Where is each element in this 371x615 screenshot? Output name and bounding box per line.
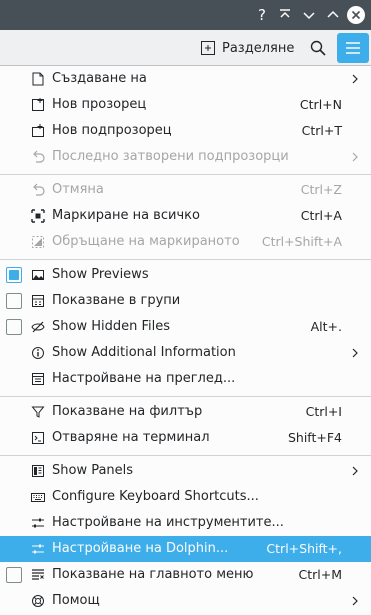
menu-item-show-panels[interactable]: Show Panels	[0, 458, 371, 484]
toolbar-settings-icon	[30, 515, 46, 531]
menu-separator	[0, 259, 371, 260]
configure-icon	[30, 541, 46, 557]
show-menubar-checkbox[interactable]	[6, 567, 22, 583]
show-menu-icon	[30, 567, 46, 583]
panels-icon	[30, 463, 46, 479]
menu-item-shortcut: Shift+F4	[287, 430, 342, 445]
menu-item-label: Настройване на Dolphin...	[52, 541, 229, 556]
hamburger-menu-icon	[346, 42, 360, 54]
new-tab-icon	[30, 123, 46, 139]
view-settings-icon	[30, 371, 46, 387]
show-hidden-files-checkbox[interactable]	[6, 319, 22, 335]
menu-item-label: Configure Keyboard Shortcuts...	[52, 489, 259, 504]
menu-item-shortcut: Ctrl+Shift+,	[266, 541, 342, 556]
hidden-files-icon	[30, 319, 46, 335]
menu-item-undo: Отмяна Ctrl+Z	[0, 177, 371, 203]
menu-item-shortcut: Ctrl+I	[305, 404, 342, 419]
menu-item-label: Показване на филтър	[52, 404, 203, 419]
new-window-icon	[30, 97, 46, 113]
menu-item-help[interactable]: Помощ	[0, 588, 371, 614]
menu-item-new-window[interactable]: Нов прозорец Ctrl+N	[0, 92, 371, 118]
main-toolbar: Разделяне	[0, 30, 371, 66]
menu-item-show-menubar[interactable]: Показване на главното меню Ctrl+M	[0, 562, 371, 588]
menu-item-label: Създаване на	[52, 71, 147, 86]
menu-item-label: Маркиране на всичко	[52, 208, 200, 223]
split-button[interactable]: Разделяне	[200, 36, 294, 60]
maximize-icon[interactable]	[322, 4, 344, 26]
menu-item-label: Отваряне на терминал	[52, 430, 210, 445]
menu-item-show-filter[interactable]: Показване на филтър Ctrl+I	[0, 399, 371, 425]
menu-item-recently-closed-tabs: Последно затворени подпрозорци	[0, 144, 371, 170]
menu-item-show-in-groups[interactable]: Показване в групи	[0, 288, 371, 314]
menu-item-shortcut: Ctrl+T	[301, 123, 342, 138]
menu-item-label: Отмяна	[52, 182, 104, 197]
menu-item-show-previews[interactable]: Show Previews	[0, 262, 371, 288]
search-icon	[310, 40, 326, 56]
menu-item-select-all[interactable]: Маркиране на всичко Ctrl+A	[0, 203, 371, 229]
menu-item-label: Настройване на инструментите...	[52, 515, 284, 530]
menu-item-label: Нов подпрозорец	[52, 123, 172, 138]
info-icon	[30, 345, 46, 361]
help-icon[interactable]: ?	[251, 4, 273, 26]
menu-item-label: Показване на главното меню	[52, 567, 254, 582]
chevron-right-icon	[352, 152, 358, 162]
split-button-label: Разделяне	[222, 40, 295, 56]
menu-item-show-additional-information[interactable]: Show Additional Information	[0, 340, 371, 366]
menu-item-shortcut: Ctrl+Shift+A	[261, 234, 342, 249]
window-titlebar: ?	[0, 0, 371, 30]
chevron-right-icon	[352, 596, 358, 606]
menu-item-shortcut: Alt+.	[310, 319, 342, 334]
menu-item-label: Показване в групи	[52, 293, 181, 308]
keep-above-icon[interactable]	[274, 4, 296, 26]
undo-icon	[30, 149, 46, 165]
menu-separator	[0, 174, 371, 175]
select-all-icon	[30, 208, 46, 224]
menu-item-configure-toolbars[interactable]: Настройване на инструментите...	[0, 510, 371, 536]
menu-item-label: Последно затворени подпрозорци	[52, 149, 289, 164]
chevron-right-icon	[352, 466, 358, 476]
close-icon[interactable]	[347, 6, 365, 24]
show-in-groups-checkbox[interactable]	[6, 293, 22, 309]
menu-item-shortcut: Ctrl+A	[300, 208, 342, 223]
menu-item-label: Show Panels	[52, 463, 134, 478]
keyboard-icon	[30, 489, 46, 505]
filter-icon	[30, 404, 46, 420]
menu-item-label: Помощ	[52, 593, 100, 608]
menu-item-label: Show Hidden Files	[52, 319, 170, 334]
menu-item-show-hidden-files[interactable]: Show Hidden Files Alt+.	[0, 314, 371, 340]
hamburger-menu-button[interactable]	[337, 33, 369, 63]
menu-item-new-tab[interactable]: Нов подпрозорец Ctrl+T	[0, 118, 371, 144]
menu-item-label: Нов прозорец	[52, 97, 147, 112]
undo-icon	[30, 182, 46, 198]
show-previews-checkbox[interactable]	[6, 267, 22, 283]
help-glyph: ?	[258, 6, 266, 24]
menu-item-label: Show Additional Information	[52, 345, 236, 360]
menu-item-shortcut: Ctrl+N	[299, 97, 342, 112]
menu-item-create-new[interactable]: Създаване на	[0, 66, 371, 92]
invert-selection-icon	[30, 234, 46, 250]
menu-item-shortcut: Ctrl+M	[298, 567, 343, 582]
groups-icon	[30, 293, 46, 309]
minimize-icon[interactable]	[298, 4, 320, 26]
menu-item-configure-keyboard-shortcuts[interactable]: Configure Keyboard Shortcuts...	[0, 484, 371, 510]
menu-separator	[0, 455, 371, 456]
menu-separator	[0, 396, 371, 397]
menu-item-shortcut: Ctrl+Z	[300, 182, 342, 197]
chevron-right-icon	[352, 74, 358, 84]
menu-item-label: Show Previews	[52, 267, 149, 282]
search-button[interactable]	[306, 36, 330, 60]
menu-item-label: Обръщане на маркираното	[52, 234, 240, 249]
image-icon	[30, 267, 46, 283]
application-menu: Създаване на Нов прозорец Ctrl+N Нов под…	[0, 65, 371, 615]
terminal-icon	[30, 430, 46, 446]
split-view-icon	[201, 41, 215, 55]
help-icon	[30, 593, 46, 609]
menu-item-label: Настройване на преглед...	[52, 371, 236, 386]
menu-item-adjust-view[interactable]: Настройване на преглед...	[0, 366, 371, 392]
chevron-right-icon	[352, 348, 358, 358]
new-document-icon	[30, 71, 46, 87]
menu-item-open-terminal[interactable]: Отваряне на терминал Shift+F4	[0, 425, 371, 451]
menu-item-configure-dolphin[interactable]: Настройване на Dolphin... Ctrl+Shift+,	[0, 536, 371, 562]
menu-item-invert-selection: Обръщане на маркираното Ctrl+Shift+A	[0, 229, 371, 255]
